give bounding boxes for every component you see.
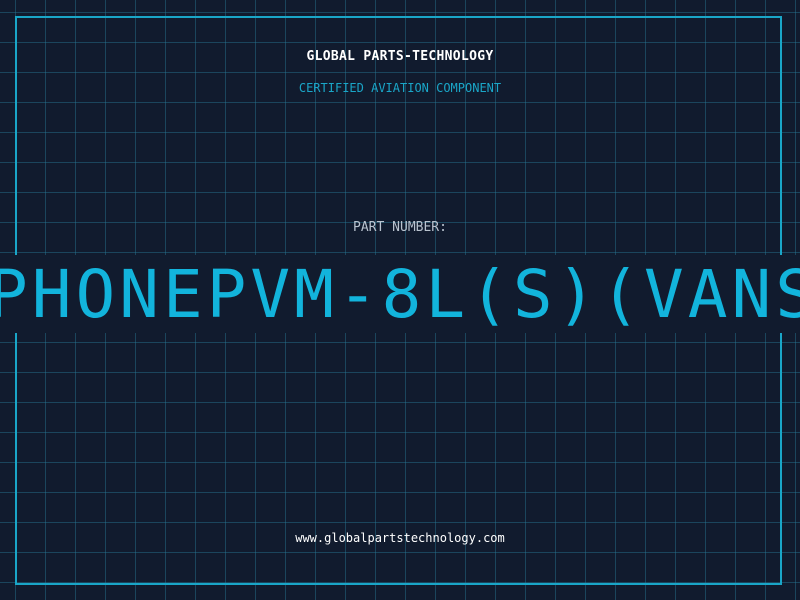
part-number-value: PHONEPVM-8L(S)(VANS xyxy=(0,256,800,333)
company-name: GLOBAL PARTS-TECHNOLOGY xyxy=(306,49,494,64)
certificate-card: GLOBAL PARTS-TECHNOLOGY CERTIFIED AVIATI… xyxy=(0,0,800,600)
company-tagline: CERTIFIED AVIATION COMPONENT xyxy=(298,81,502,95)
website-url: www.globalpartstechnology.com xyxy=(295,531,505,545)
part-number-label: PART NUMBER: xyxy=(353,220,447,235)
part-number-band: PHONEPVM-8L(S)(VANS xyxy=(0,255,800,333)
